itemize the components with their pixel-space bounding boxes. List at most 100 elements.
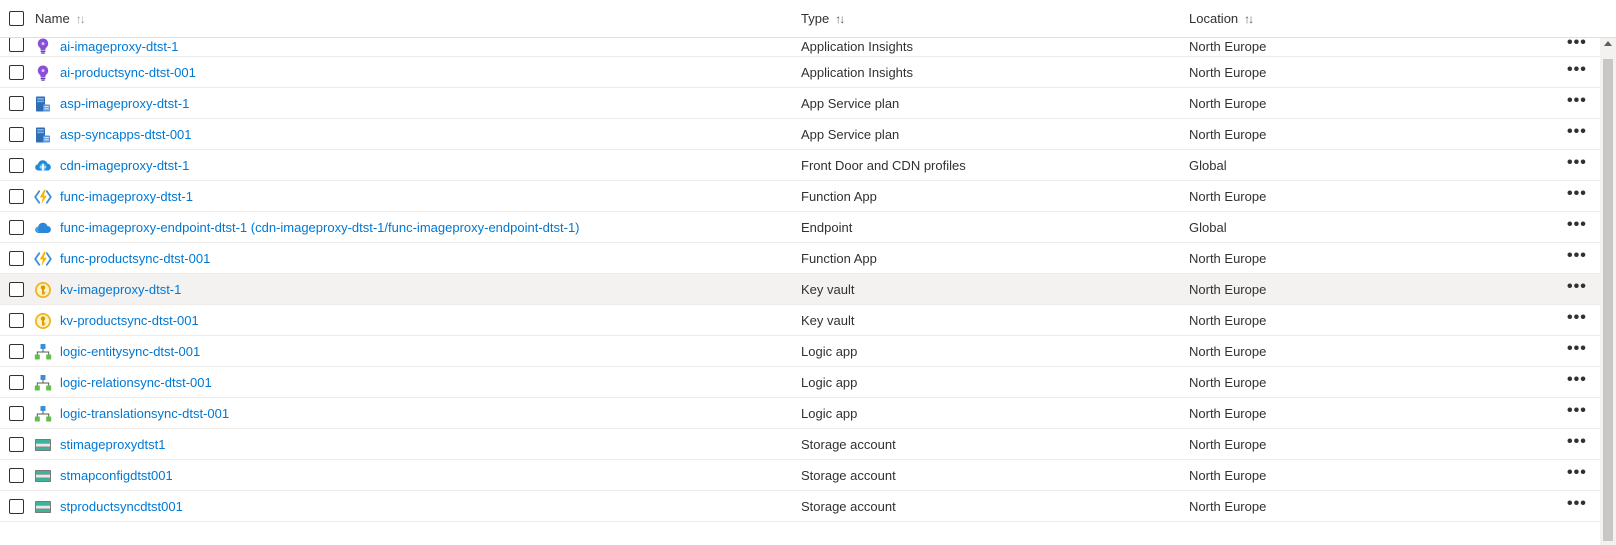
row-checkbox[interactable]: [9, 127, 24, 142]
row-checkbox[interactable]: [9, 189, 24, 204]
resource-name-link[interactable]: func-productsync-dtst-001: [60, 251, 210, 266]
more-actions-icon[interactable]: •••: [1567, 247, 1587, 265]
column-header-location-label: Location: [1189, 11, 1239, 26]
more-actions-icon[interactable]: •••: [1567, 495, 1587, 513]
table-row[interactable]: stimageproxydtst1 Storage account North Eu…: [0, 429, 1600, 460]
resource-location: North Europe: [1189, 127, 1267, 142]
resource-name-link[interactable]: asp-syncapps-dtst-001: [60, 127, 192, 142]
resource-location: North Europe: [1189, 468, 1267, 483]
logic-app-icon: [34, 343, 52, 361]
select-all-checkbox[interactable]: [9, 11, 24, 26]
row-checkbox[interactable]: [9, 158, 24, 173]
more-actions-icon[interactable]: •••: [1567, 278, 1587, 296]
more-actions-icon[interactable]: •••: [1567, 464, 1587, 482]
row-checkbox[interactable]: [9, 282, 24, 297]
table-row[interactable]: func-productsync-dtst-001 Function App Nor…: [0, 243, 1600, 274]
row-checkbox[interactable]: [9, 37, 24, 52]
resource-type: Logic app: [801, 375, 858, 390]
app-insights-icon: [34, 64, 52, 82]
storage-account-icon: [34, 467, 52, 485]
resource-type: App Service plan: [801, 127, 900, 142]
scroll-up-arrow-icon[interactable]: [1604, 41, 1612, 46]
storage-account-icon: [34, 498, 52, 516]
row-checkbox[interactable]: [9, 65, 24, 80]
row-checkbox[interactable]: [9, 406, 24, 421]
resource-type: Logic app: [801, 344, 858, 359]
resource-name-link[interactable]: func-imageproxy-dtst-1: [60, 189, 193, 204]
more-actions-icon[interactable]: •••: [1567, 433, 1587, 451]
resource-name-link[interactable]: ai-productsync-dtst-001: [60, 65, 196, 80]
resource-name-link[interactable]: func-imageproxy-endpoint-dtst-1 (cdn-ima…: [60, 220, 580, 235]
row-checkbox[interactable]: [9, 251, 24, 266]
resource-location: Global: [1189, 158, 1227, 173]
resource-name-link[interactable]: stproductsyncdtst001: [60, 499, 183, 514]
table-row[interactable]: asp-imageproxy-dtst-1 App Service plan Nor…: [0, 88, 1600, 119]
resource-location: North Europe: [1189, 251, 1267, 266]
column-header-location[interactable]: Location ↑↓: [1189, 11, 1254, 26]
more-actions-icon[interactable]: •••: [1567, 61, 1587, 79]
vertical-scrollbar[interactable]: [1600, 37, 1616, 545]
sort-arrows-icon[interactable]: ↑↓: [835, 12, 845, 26]
resource-name-link[interactable]: logic-entitysync-dtst-001: [60, 344, 200, 359]
key-vault-icon: [34, 312, 52, 330]
resource-name-link[interactable]: kv-productsync-dtst-001: [60, 313, 199, 328]
scrollbar-thumb[interactable]: [1603, 59, 1613, 541]
resource-name-link[interactable]: kv-imageproxy-dtst-1: [60, 282, 181, 297]
row-checkbox[interactable]: [9, 313, 24, 328]
table-row[interactable]: kv-productsync-dtst-001 Key vault North Eu…: [0, 305, 1600, 336]
table-row[interactable]: func-imageproxy-dtst-1 Function App North …: [0, 181, 1600, 212]
more-actions-icon[interactable]: •••: [1567, 309, 1587, 327]
resource-location: North Europe: [1189, 39, 1267, 54]
table-row[interactable]: logic-translationsync-dtst-001 Logic app N…: [0, 398, 1600, 429]
resource-name-link[interactable]: logic-relationsync-dtst-001: [60, 375, 212, 390]
endpoint-cloud-icon: [34, 219, 52, 237]
more-actions-icon[interactable]: •••: [1567, 123, 1587, 141]
row-checkbox[interactable]: [9, 344, 24, 359]
resource-name-link[interactable]: ai-imageproxy-dtst-1: [60, 39, 179, 54]
table-row[interactable]: logic-entitysync-dtst-001 Logic app North …: [0, 336, 1600, 367]
column-header-type-label: Type: [801, 11, 830, 26]
resource-name-link[interactable]: logic-translationsync-dtst-001: [60, 406, 229, 421]
resource-type: Logic app: [801, 406, 858, 421]
table-row[interactable]: stproductsyncdtst001 Storage account North…: [0, 491, 1600, 522]
row-checkbox[interactable]: [9, 499, 24, 514]
more-actions-icon[interactable]: •••: [1567, 154, 1587, 172]
grid-body: ai-imageproxy-dtst-1 Application Insights…: [0, 34, 1600, 522]
column-header-type[interactable]: Type ↑↓: [801, 11, 845, 26]
table-row[interactable]: cdn-imageproxy-dtst-1 Front Door and CDN …: [0, 150, 1600, 181]
resource-name-link[interactable]: cdn-imageproxy-dtst-1: [60, 158, 189, 173]
table-row[interactable]: ai-productsync-dtst-001 Application Insig…: [0, 57, 1600, 88]
resource-type: Front Door and CDN profiles: [801, 158, 966, 173]
table-row[interactable]: kv-imageproxy-dtst-1 Key vault North Europ…: [0, 274, 1600, 305]
table-row[interactable]: stmapconfigdtst001 Storage account North E…: [0, 460, 1600, 491]
row-checkbox[interactable]: [9, 468, 24, 483]
more-actions-icon[interactable]: •••: [1567, 185, 1587, 203]
resource-name-link[interactable]: asp-imageproxy-dtst-1: [60, 96, 189, 111]
table-row[interactable]: logic-relationsync-dtst-001 Logic app Nort…: [0, 367, 1600, 398]
resource-name-link[interactable]: stmapconfigdtst001: [60, 468, 173, 483]
row-checkbox[interactable]: [9, 437, 24, 452]
row-checkbox[interactable]: [9, 375, 24, 390]
resource-name-link[interactable]: stimageproxydtst1: [60, 437, 166, 452]
resource-location: North Europe: [1189, 499, 1267, 514]
table-row[interactable]: ai-imageproxy-dtst-1 Application Insights…: [0, 34, 1600, 57]
row-checkbox[interactable]: [9, 220, 24, 235]
more-actions-icon[interactable]: •••: [1567, 92, 1587, 110]
resource-grid: Name ↑↓ Type ↑↓ Location ↑↓ ai-imageproxy-d…: [0, 0, 1616, 545]
sort-arrows-icon[interactable]: ↑↓: [1244, 12, 1254, 26]
resource-location: North Europe: [1189, 313, 1267, 328]
resource-location: North Europe: [1189, 96, 1267, 111]
table-row[interactable]: func-imageproxy-endpoint-dtst-1 (cdn-ima…: [0, 212, 1600, 243]
row-checkbox[interactable]: [9, 96, 24, 111]
more-actions-icon[interactable]: •••: [1567, 371, 1587, 389]
more-actions-icon[interactable]: •••: [1567, 216, 1587, 234]
more-actions-icon[interactable]: •••: [1567, 402, 1587, 420]
column-header-name[interactable]: Name ↑↓: [35, 11, 86, 26]
more-actions-icon[interactable]: •••: [1567, 340, 1587, 358]
table-row[interactable]: asp-syncapps-dtst-001 App Service plan Nor…: [0, 119, 1600, 150]
resource-location: North Europe: [1189, 344, 1267, 359]
resource-location: Global: [1189, 220, 1227, 235]
resource-type: Application Insights: [801, 39, 914, 54]
sort-arrows-icon[interactable]: ↑↓: [76, 12, 86, 26]
column-header-name-label: Name: [35, 11, 70, 26]
